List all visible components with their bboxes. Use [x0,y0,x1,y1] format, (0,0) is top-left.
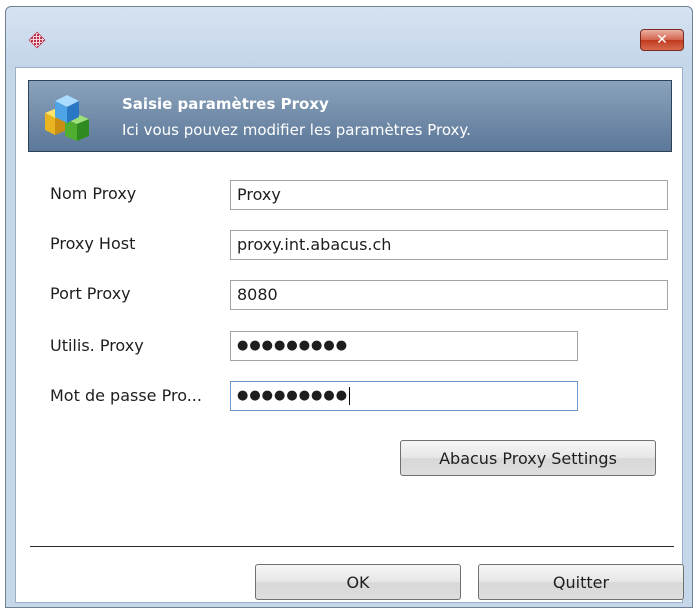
dialog-subtitle: Ici vous pouvez modifier les paramètres … [122,121,471,139]
ok-button-label: OK [346,572,370,592]
app-diamond-icon [28,31,46,49]
quit-button-label: Quitter [552,572,610,592]
proxy-dialog-window: ✕ Saisie paramètres Proxy Ici vous pouve… [5,6,693,608]
proxy-name-label: Nom Proxy [50,184,137,203]
footer-separator [30,546,674,548]
abacus-proxy-settings-label: Abacus Proxy Settings [439,448,617,468]
text-caret [349,386,351,405]
proxy-user-label: Utilis. Proxy [50,336,144,355]
abacus-proxy-settings-button[interactable]: Abacus Proxy Settings [400,440,656,476]
proxy-password-input[interactable]: ●●●●●●●●● [230,381,578,411]
header-banner: Saisie paramètres Proxy Ici vous pouvez … [28,80,672,152]
dialog-body: Saisie paramètres Proxy Ici vous pouvez … [15,67,684,603]
cubes-icon [45,95,89,141]
title-bar[interactable]: ✕ [6,7,692,67]
proxy-name-input[interactable]: Proxy [230,180,668,210]
ok-button[interactable]: OK [255,564,461,600]
quit-button[interactable]: Quitter [478,564,684,600]
proxy-host-input[interactable]: proxy.int.abacus.ch [230,230,668,260]
proxy-port-input[interactable]: 8080 [230,280,668,310]
dialog-title: Saisie paramètres Proxy [122,95,329,113]
close-button[interactable]: ✕ [640,29,684,51]
password-dots: ●●●●●●●●● [237,388,349,403]
proxy-host-label: Proxy Host [50,234,136,253]
close-icon: ✕ [656,32,668,48]
proxy-user-input[interactable]: ●●●●●●●●● [230,331,578,361]
proxy-password-label: Mot de passe Pro... [50,386,202,405]
proxy-port-label: Port Proxy [50,284,131,303]
